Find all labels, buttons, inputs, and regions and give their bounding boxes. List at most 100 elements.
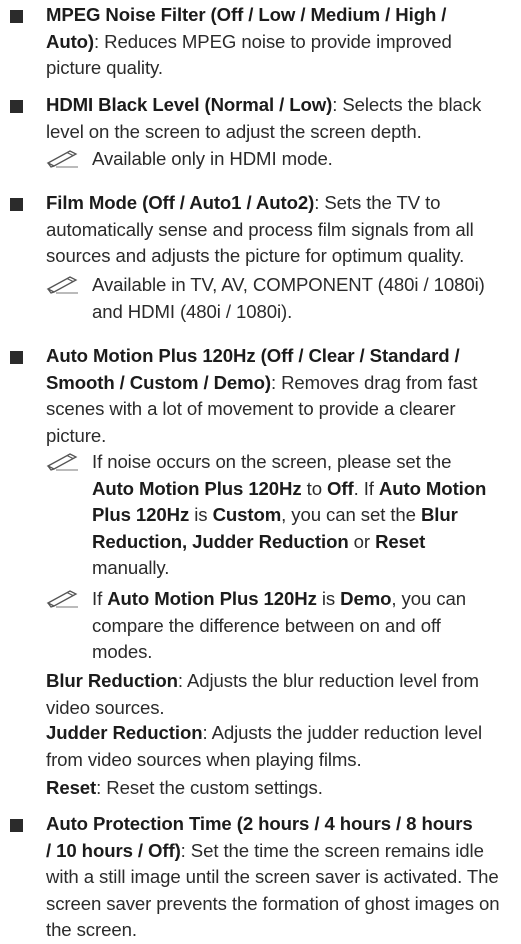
bold-term: Blur Reduction [46,670,178,691]
text-run: : Selects the black [332,94,482,115]
text-run: : Reset the custom settings. [96,777,323,798]
bold-term: Demo [340,588,392,609]
bold-term: Reset [46,777,97,798]
text-line: the screen. [46,917,521,944]
text-run: from video sources when playing films. [46,748,362,770]
text-run: : Removes drag from fast [270,371,478,393]
text-line: modes. [92,639,466,666]
bold-term: MPEG Noise Filter (Off / Low / Medium / … [46,4,447,25]
text-line: picture. [46,423,521,450]
pencil-note-icon [46,150,78,168]
note-text: If noise occurs on the screen, please se… [92,449,486,582]
text-run: picture. [46,424,107,446]
text-run: the screen. [46,919,137,940]
bold-term: Reset [375,530,426,552]
text-line: screen saver prevents the formation of g… [46,891,521,918]
text-run: sources and adjusts the picture for opti… [46,245,465,266]
text-run: : Reduces MPEG noise to provide improved [94,30,452,52]
bold-term: Auto Protection Time (2 hours / 4 hours … [46,813,473,834]
bold-term: Reduction, Judder Reduction [92,530,349,552]
text-run: screen saver prevents the formation of g… [46,892,500,914]
text-run: : Set the time the screen remains idle [180,839,484,861]
text-line: sources and adjusts the picture for opti… [46,243,521,270]
item-text: Auto Protection Time (2 hours / 4 hours … [46,811,521,944]
item-text: Auto Motion Plus 120Hz (Off / Clear / St… [46,343,521,449]
item-text: HDMI Black Level (Normal / Low): Selects… [46,92,521,145]
note-text: Available in TV, AV, COMPONENT (480i / 1… [92,272,485,325]
pencil-note-icon [46,453,78,471]
text-run: , you can set the [281,504,421,525]
text-run: Available only in HDMI mode. [92,148,333,169]
text-run: is [316,588,341,609]
text-run: video sources. [46,696,165,718]
note-text: If Auto Motion Plus 120Hz is Demo, you c… [92,586,466,666]
text-line: Plus 120Hz is Custom, you can set the Bl… [92,502,486,529]
text-line: Judder Reduction: Adjusts the judder red… [46,720,521,747]
bold-term: Custom [212,504,282,525]
text-run: manually. [92,557,170,578]
bold-term: Auto Motion Plus 120Hz (Off / Clear / St… [46,345,460,366]
text-run: If noise occurs on the screen, please se… [92,451,452,472]
text-run: is [189,504,213,525]
sub-paragraph-blur-reduction: Blur Reduction: Adjusts the blur reducti… [46,668,521,721]
text-line: Available in TV, AV, COMPONENT (480i / 1… [92,272,485,299]
bold-term: Auto Motion Plus 120Hz [92,477,302,499]
pencil-note-icon [46,276,78,294]
sub-paragraph-judder-reduction: Judder Reduction: Adjusts the judder red… [46,720,521,773]
text-line: level on the screen to adjust the screen… [46,119,521,146]
text-line: with a still image until the screen save… [46,864,521,891]
text-run: compare the difference between on and of… [92,614,441,636]
text-line: and HDMI (480i / 1080i). [92,299,485,326]
square-bullet-icon [10,10,23,23]
bold-term: HDMI Black Level (Normal / Low) [46,94,333,115]
text-run: : Adjusts the blur reduction level from [177,670,479,691]
text-line: Auto Protection Time (2 hours / 4 hours … [46,811,521,838]
square-bullet-icon [10,819,23,832]
text-run: automatically sense and process film sig… [46,218,474,240]
text-run: If [92,588,108,609]
bold-term: Auto Motion [378,477,487,499]
text-run: : Adjusts the judder reduction level [202,722,483,743]
text-line: Reduction, Judder Reduction or Reset [92,529,486,556]
text-line: Auto Motion Plus 120Hz (Off / Clear / St… [46,343,521,370]
text-line: MPEG Noise Filter (Off / Low / Medium / … [46,2,521,29]
text-run: : Sets the TV to [314,192,441,213]
text-line: If Auto Motion Plus 120Hz is Demo, you c… [92,586,466,613]
text-run: or [348,530,376,552]
bold-term: Plus 120Hz [92,504,190,525]
text-line: scenes with a lot of movement to provide… [46,396,521,423]
text-line: picture quality. [46,55,521,82]
bold-term: Auto) [46,30,95,52]
text-line: Auto): Reduces MPEG noise to provide imp… [46,29,521,56]
note-text: Available only in HDMI mode. [92,146,333,173]
text-run: picture quality. [46,57,163,78]
text-line: video sources. [46,695,521,722]
text-line: from video sources when playing films. [46,747,521,774]
text-line: manually. [92,555,486,582]
text-line: / 10 hours / Off): Set the time the scre… [46,838,521,865]
text-line: Available only in HDMI mode. [92,146,333,173]
text-line: Smooth / Custom / Demo): Removes drag fr… [46,370,521,397]
text-run: scenes with a lot of movement to provide… [46,398,456,419]
text-run: to [301,477,328,499]
square-bullet-icon [10,100,23,113]
text-line: automatically sense and process film sig… [46,217,521,244]
item-text: Film Mode (Off / Auto1 / Auto2): Sets th… [46,190,521,270]
bold-term: / 10 hours / Off) [46,839,181,861]
text-line: Auto Motion Plus 120Hz to Off. If Auto M… [92,476,486,503]
bold-term: Auto Motion Plus 120Hz [107,588,317,609]
text-run: , you can [391,588,466,609]
bold-term: Judder Reduction [46,722,203,743]
bold-term: Off [327,477,354,499]
bold-term: Film Mode (Off / Auto1 / Auto2) [46,192,315,213]
text-run: level on the screen to adjust the screen… [46,120,422,142]
bold-term: Blur [420,504,458,525]
bold-term: Smooth / Custom / Demo) [46,371,271,393]
text-run: modes. [92,641,153,662]
text-line: Blur Reduction: Adjusts the blur reducti… [46,668,521,695]
text-line: Film Mode (Off / Auto1 / Auto2): Sets th… [46,190,521,217]
sub-paragraph-reset: Reset: Reset the custom settings. [46,775,521,802]
square-bullet-icon [10,351,23,364]
text-run: Available in TV, AV, COMPONENT (480i / 1… [92,274,485,295]
manual-page: MPEG Noise Filter (Off / Low / Medium / … [0,0,521,940]
